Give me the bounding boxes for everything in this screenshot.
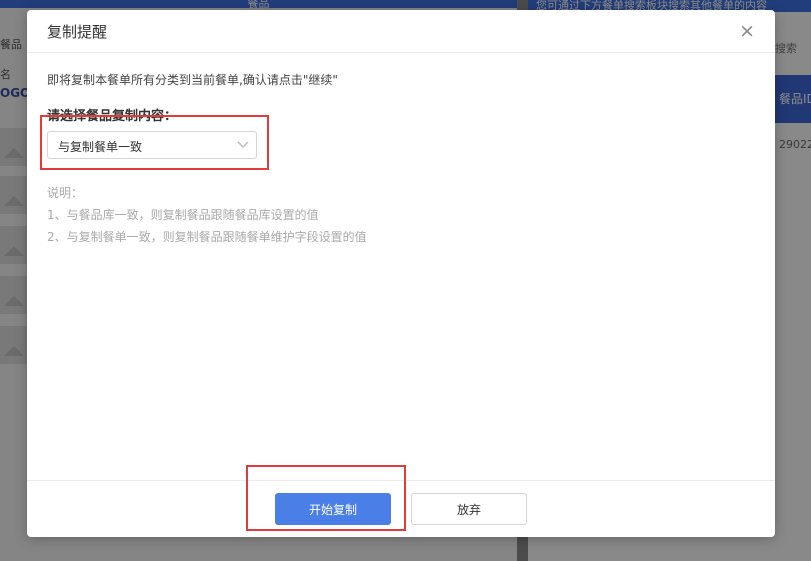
close-icon[interactable]: ×: [739, 20, 755, 42]
description-line-1: 1、与餐品库一致，则复制餐品跟随餐品库设置的值: [47, 208, 319, 222]
copy-reminder-dialog: 复制提醒 × 即将复制本餐单所有分类到当前餐单,确认请点击"继续" 请选择餐品复…: [27, 10, 775, 537]
confirm-message: 即将复制本餐单所有分类到当前餐单,确认请点击"继续": [47, 73, 338, 87]
copy-content-label: 请选择餐品复制内容：: [47, 109, 178, 124]
discard-button[interactable]: 放弃: [411, 493, 527, 525]
description-title: 说明：: [47, 186, 84, 200]
description-line-2: 2、与复制餐单一致，则复制餐品跟随餐单维护字段设置的值: [47, 230, 367, 244]
copy-content-select-value: 与复制餐单一致: [58, 140, 143, 154]
chevron-down-icon: [237, 141, 249, 148]
start-copy-button[interactable]: 开始复制: [275, 493, 391, 525]
dialog-footer-divider: [27, 480, 775, 481]
dialog-title: 复制提醒: [47, 23, 108, 41]
dialog-header: 复制提醒 ×: [27, 10, 775, 53]
copy-content-select[interactable]: 与复制餐单一致: [47, 131, 257, 159]
